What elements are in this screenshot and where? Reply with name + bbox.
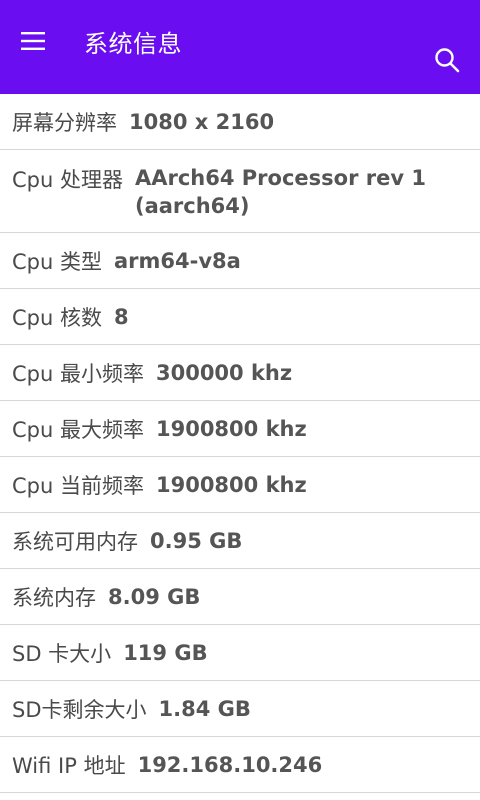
info-value: 8.09 GB bbox=[108, 584, 201, 609]
info-value: 192.168.10.246 bbox=[137, 752, 323, 777]
list-item: SD 卡大小 119 GB bbox=[0, 625, 480, 681]
list-item: 屏幕分辨率 1080 x 2160 bbox=[0, 94, 480, 150]
info-label: Cpu 类型 bbox=[12, 249, 102, 274]
info-value: 1080 x 2160 bbox=[129, 109, 275, 134]
list-item: Cpu 类型 arm64-v8a bbox=[0, 233, 480, 289]
info-value: 1900800 khz bbox=[155, 416, 307, 441]
list-item: 系统内存 8.09 GB bbox=[0, 569, 480, 625]
hamburger-menu-icon bbox=[21, 32, 45, 50]
system-info-list: 屏幕分辨率 1080 x 2160 Cpu 处理器 AArch64 Proces… bbox=[0, 94, 480, 793]
info-label: 系统可用内存 bbox=[12, 529, 138, 554]
info-label: 屏幕分辨率 bbox=[12, 110, 117, 135]
menu-button[interactable] bbox=[12, 20, 54, 62]
app-bar: 系统信息 bbox=[0, 0, 480, 94]
info-value: AArch64 Processor rev 1 (aarch64) bbox=[134, 166, 426, 218]
info-value: arm64-v8a bbox=[113, 248, 241, 273]
list-item: Cpu 当前频率 1900800 khz bbox=[0, 457, 480, 513]
info-label: Cpu 最大频率 bbox=[12, 417, 144, 442]
info-value: 8 bbox=[113, 304, 129, 329]
info-label: Cpu 最小频率 bbox=[12, 361, 144, 386]
info-label: Cpu 当前频率 bbox=[12, 473, 144, 498]
info-label: SD 卡大小 bbox=[12, 641, 112, 666]
list-item: Cpu 核数 8 bbox=[0, 289, 480, 345]
info-value: 300000 khz bbox=[155, 360, 293, 385]
info-label: Wifi IP 地址 bbox=[12, 753, 126, 778]
info-label: SD卡剩余大小 bbox=[12, 697, 147, 722]
info-label: Cpu 核数 bbox=[12, 305, 102, 330]
list-item: SD卡剩余大小 1.84 GB bbox=[0, 681, 480, 737]
list-item: Cpu 处理器 AArch64 Processor rev 1 (aarch64… bbox=[0, 150, 480, 233]
search-button[interactable] bbox=[426, 39, 468, 81]
list-item: Wifi IP 地址 192.168.10.246 bbox=[0, 737, 480, 793]
list-item: Cpu 最小频率 300000 khz bbox=[0, 345, 480, 401]
info-value: 119 GB bbox=[123, 640, 208, 665]
info-value: 0.95 GB bbox=[150, 528, 243, 553]
list-item: 系统可用内存 0.95 GB bbox=[0, 513, 480, 569]
info-value: 1900800 khz bbox=[155, 472, 307, 497]
page-title: 系统信息 bbox=[84, 30, 182, 58]
info-value: 1.84 GB bbox=[158, 696, 251, 721]
list-item: Cpu 最大频率 1900800 khz bbox=[0, 401, 480, 457]
search-icon bbox=[435, 48, 460, 73]
info-label: 系统内存 bbox=[12, 585, 96, 610]
info-label: Cpu 处理器 bbox=[12, 168, 123, 192]
